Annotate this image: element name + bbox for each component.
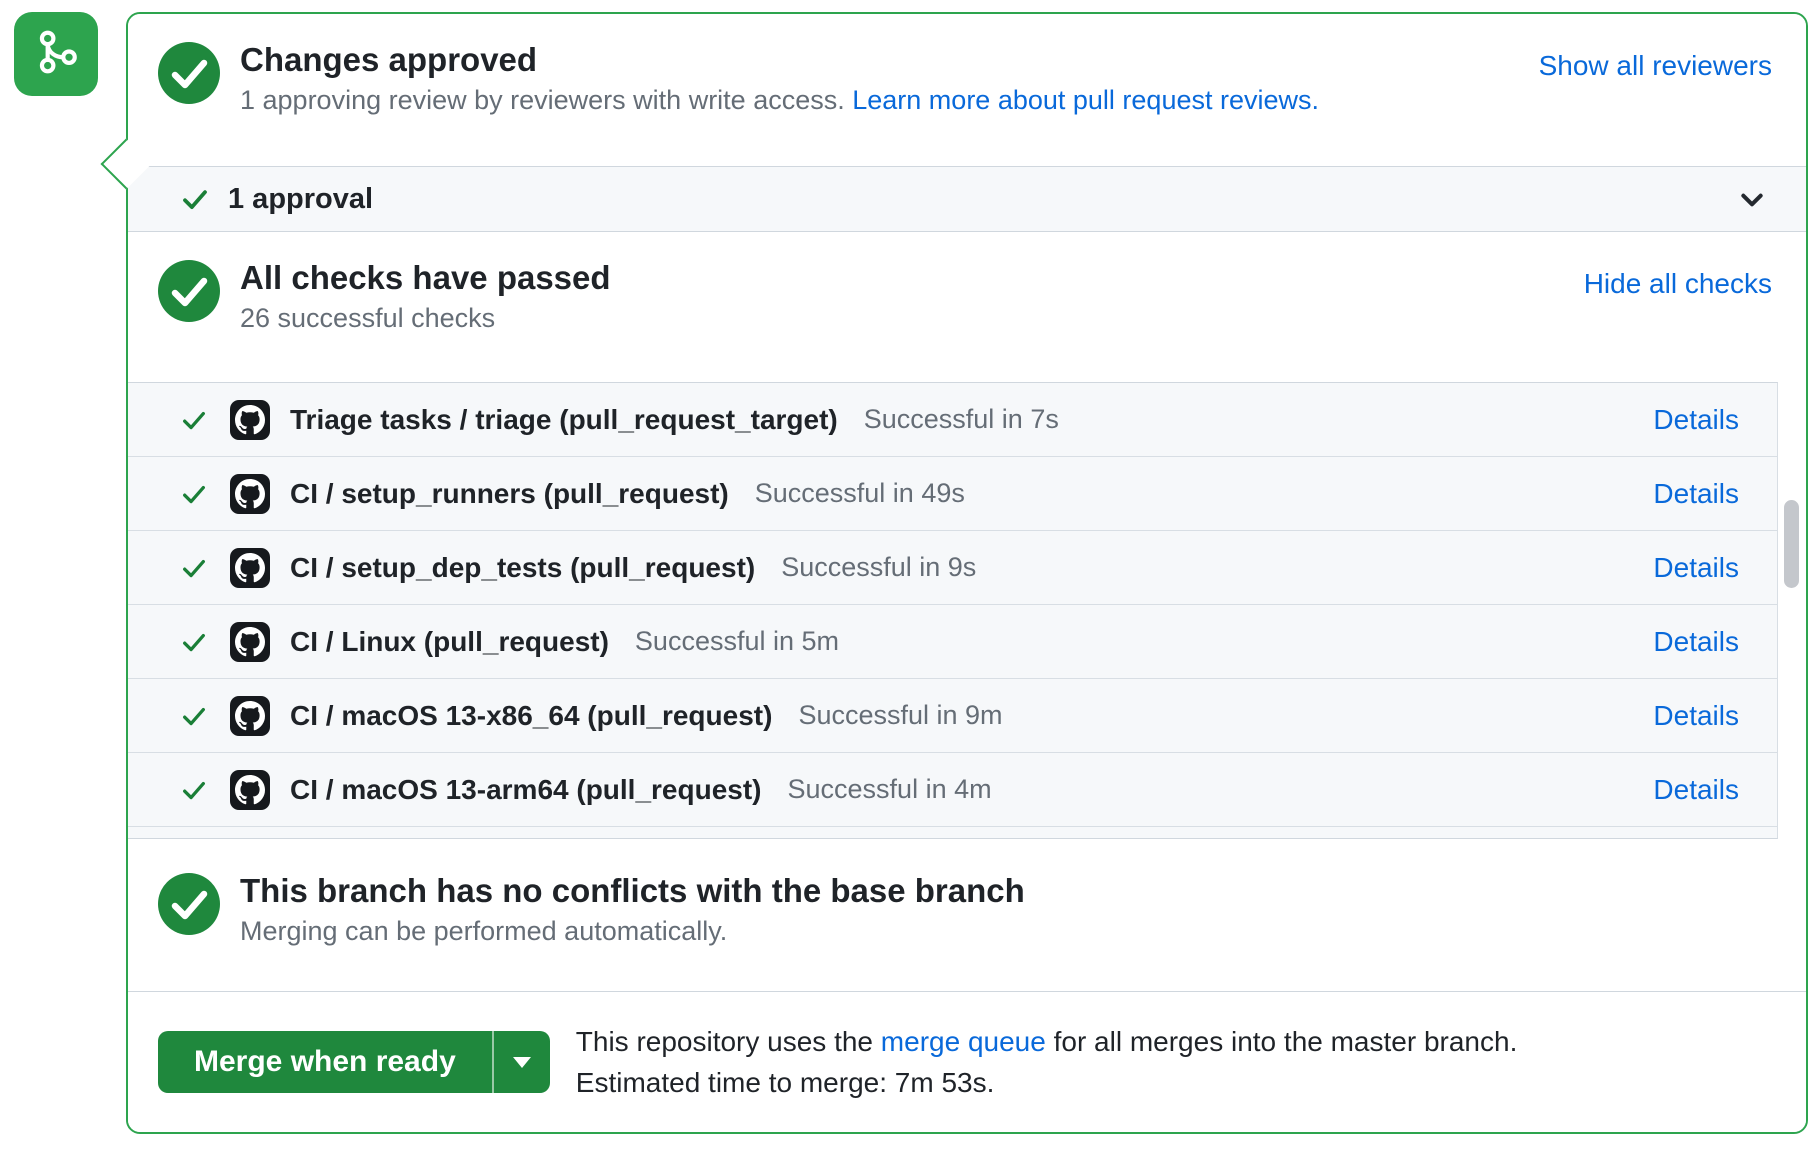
check-row: CI / macOS 13-arm64 (pull_request) Succe… (128, 753, 1777, 827)
conflicts-title: This branch has no conflicts with the ba… (240, 871, 1025, 911)
check-name: CI / Linux (pull_request) (290, 626, 609, 658)
check-details-link[interactable]: Details (1653, 774, 1739, 806)
check-name: CI / macOS 13-arm64 (pull_request) (290, 774, 762, 806)
check-row-partial (128, 827, 1777, 838)
merge-queue-info: This repository uses the merge queue for… (576, 1021, 1518, 1103)
review-title: Changes approved (240, 40, 1319, 80)
check-icon (180, 702, 208, 730)
merge-estimate-line: Estimated time to merge: 7m 53s. (576, 1062, 1518, 1103)
approval-row[interactable]: 1 approval (128, 166, 1806, 232)
check-row: CI / setup_dep_tests (pull_request) Succ… (128, 531, 1777, 605)
checks-title: All checks have passed (240, 258, 611, 298)
github-actions-avatar (230, 400, 270, 440)
github-actions-avatar (230, 770, 270, 810)
check-name: CI / setup_runners (pull_request) (290, 478, 729, 510)
check-name: CI / macOS 13-x86_64 (pull_request) (290, 700, 772, 732)
github-actions-avatar (230, 696, 270, 736)
conflicts-section: This branch has no conflicts with the ba… (128, 839, 1806, 991)
check-details-link[interactable]: Details (1653, 404, 1739, 436)
check-name: Triage tasks / triage (pull_request_targ… (290, 404, 838, 436)
github-actions-avatar (230, 548, 270, 588)
chevron-down-icon[interactable] (1736, 183, 1768, 215)
check-name: CI / setup_dep_tests (pull_request) (290, 552, 755, 584)
checks-list: Triage tasks / triage (pull_request_targ… (128, 382, 1778, 839)
git-merge-icon (31, 27, 81, 82)
merge-when-ready-button[interactable]: Merge when ready (158, 1031, 550, 1093)
success-check-icon (158, 42, 220, 104)
review-subtitle: 1 approving review by reviewers with wri… (240, 82, 1319, 118)
review-section: Changes approved 1 approving review by r… (128, 14, 1806, 166)
success-check-icon (158, 260, 220, 322)
checks-scrollbar-thumb[interactable] (1784, 500, 1799, 588)
merge-box: Changes approved 1 approving review by r… (126, 12, 1808, 1134)
show-all-reviewers-link[interactable]: Show all reviewers (1539, 50, 1772, 82)
merge-queue-link[interactable]: merge queue (881, 1026, 1046, 1057)
check-status: Successful in 9s (781, 552, 976, 583)
check-status: Successful in 4m (788, 774, 992, 805)
check-status: Successful in 5m (635, 626, 839, 657)
check-row: CI / Linux (pull_request) Successful in … (128, 605, 1777, 679)
caret-down-icon (513, 1057, 531, 1068)
checks-subtitle: 26 successful checks (240, 300, 611, 336)
checks-text-block: All checks have passed 26 successful che… (240, 258, 611, 336)
git-merge-tile (14, 12, 98, 96)
check-details-link[interactable]: Details (1653, 552, 1739, 584)
merge-button-label[interactable]: Merge when ready (158, 1031, 492, 1093)
check-details-link[interactable]: Details (1653, 626, 1739, 658)
merge-options-caret[interactable] (492, 1031, 550, 1093)
learn-more-link[interactable]: Learn more about pull request reviews. (852, 85, 1319, 115)
merge-queue-line: This repository uses the merge queue for… (576, 1021, 1518, 1062)
hide-all-checks-link[interactable]: Hide all checks (1584, 268, 1772, 300)
check-icon (180, 480, 208, 508)
check-icon (180, 554, 208, 582)
checks-header-section: All checks have passed 26 successful che… (128, 232, 1806, 382)
check-row: CI / setup_runners (pull_request) Succes… (128, 457, 1777, 531)
check-status: Successful in 9m (798, 700, 1002, 731)
check-row: Triage tasks / triage (pull_request_targ… (128, 383, 1777, 457)
check-icon (180, 628, 208, 656)
github-actions-avatar (230, 622, 270, 662)
success-check-icon (158, 873, 220, 935)
conflicts-subtitle: Merging can be performed automatically. (240, 913, 1025, 949)
check-icon (180, 776, 208, 804)
check-details-link[interactable]: Details (1653, 700, 1739, 732)
conflicts-text-block: This branch has no conflicts with the ba… (240, 871, 1025, 949)
check-status: Successful in 49s (755, 478, 965, 509)
approval-label: 1 approval (228, 183, 373, 216)
merge-footer: Merge when ready This repository uses th… (128, 991, 1806, 1132)
check-icon (180, 406, 208, 434)
github-actions-avatar (230, 474, 270, 514)
check-row: CI / macOS 13-x86_64 (pull_request) Succ… (128, 679, 1777, 753)
check-icon (180, 184, 210, 214)
check-status: Successful in 7s (864, 404, 1059, 435)
check-details-link[interactable]: Details (1653, 478, 1739, 510)
review-text-block: Changes approved 1 approving review by r… (240, 40, 1319, 118)
